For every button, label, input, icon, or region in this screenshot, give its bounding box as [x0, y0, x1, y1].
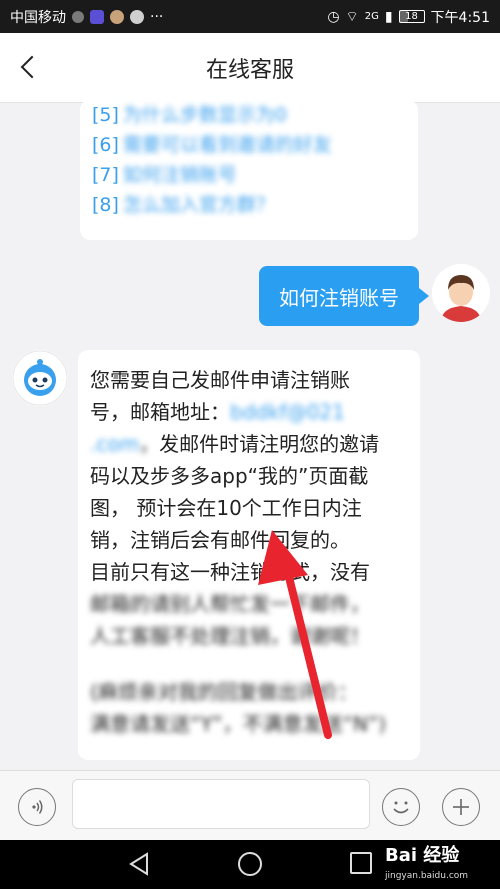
nav-recent-icon[interactable]	[350, 852, 372, 874]
chat-area[interactable]: [5] 为什么步数显示为0 [6] 需要可以看到邀请的好友 [7] 如何注销账号…	[0, 100, 500, 770]
alarm-icon: ◷	[327, 8, 340, 25]
clock: 下午4:51	[430, 9, 490, 26]
email-link[interactable]: bddkf@021	[230, 400, 345, 424]
message-line: 邮箱的请别人帮忙发一下邮件，	[90, 592, 370, 616]
status-bar: 中国移动 ··· ◷ ⌔ 2G ▮ 18 下午4:51	[0, 0, 500, 33]
page-title: 在线客服	[205, 57, 294, 83]
message-line: 满意请发送“Y”，不满意发送“N”)	[90, 712, 387, 736]
app-icon	[90, 9, 104, 24]
email-link[interactable]: .com	[90, 432, 139, 456]
message-line: 码以及步多多app“我的”页面截	[90, 464, 369, 488]
faq-item[interactable]: [6] 需要可以看到邀请的好友	[92, 130, 406, 160]
message-line: 图， 预计会在10个工作日内注	[90, 496, 362, 520]
navigation-bar: Bai 经验 jingyan.baidu.com	[0, 840, 500, 889]
plus-icon	[453, 799, 469, 815]
message-line: (麻烦亲对我的回复做出评价：	[90, 680, 358, 704]
message-line: 目前只有这一种注销方式，没有	[90, 560, 370, 584]
plus-button[interactable]	[442, 788, 480, 826]
user-message-bubble: 如何注销账号	[259, 266, 429, 326]
faq-bubble: [5] 为什么步数显示为0 [6] 需要可以看到邀请的好友 [7] 如何注销账号…	[80, 100, 418, 240]
nav-back-icon[interactable]	[128, 852, 150, 876]
network-label: 2G	[364, 11, 379, 22]
voice-icon	[32, 800, 43, 814]
message-line: 销，注销后会有邮件回复的。	[90, 528, 350, 552]
voice-button[interactable]	[18, 788, 56, 826]
faq-item[interactable]: [7] 如何注销账号	[92, 160, 406, 190]
bot-avatar[interactable]	[12, 350, 68, 406]
header: 在线客服	[0, 33, 500, 103]
message-line: .com，发邮件时请注明您的邀请	[90, 432, 380, 456]
message-line: 号，邮箱地址：bddkf@021	[90, 400, 345, 424]
user-avatar[interactable]	[432, 264, 490, 322]
message-line: 您需要自己发邮件申请注销账	[90, 368, 350, 392]
message-input[interactable]	[72, 779, 370, 829]
faq-item[interactable]: [8] 怎么加入官方群？	[92, 190, 406, 220]
more-icon: ···	[150, 8, 164, 25]
battery-icon: 18	[398, 10, 425, 23]
watermark: Bai 经验 jingyan.baidu.com	[385, 845, 469, 882]
back-button[interactable]	[14, 52, 44, 82]
message-line: 人工客服不处理注销，谢谢呢！	[90, 624, 370, 648]
wifi-icon: ⌔	[345, 8, 359, 25]
nav-home-icon[interactable]	[238, 852, 262, 876]
carrier-label: 中国移动	[10, 9, 66, 26]
user-message-text: 如何注销账号	[279, 285, 399, 310]
signal-icon: ▮	[384, 8, 393, 25]
running-icon	[72, 10, 84, 23]
input-bar	[0, 770, 500, 840]
message-icon	[130, 9, 144, 24]
emoji-icon	[393, 801, 409, 814]
battery-level: 18	[405, 11, 418, 22]
photo-icon	[110, 9, 124, 24]
bot-message-bubble: 您需要自己发邮件申请注销账 号，邮箱地址：bddkf@021 .com，发邮件时…	[78, 350, 420, 760]
faq-item[interactable]: [5] 为什么步数显示为0	[92, 100, 406, 130]
emoji-button[interactable]	[382, 788, 420, 826]
